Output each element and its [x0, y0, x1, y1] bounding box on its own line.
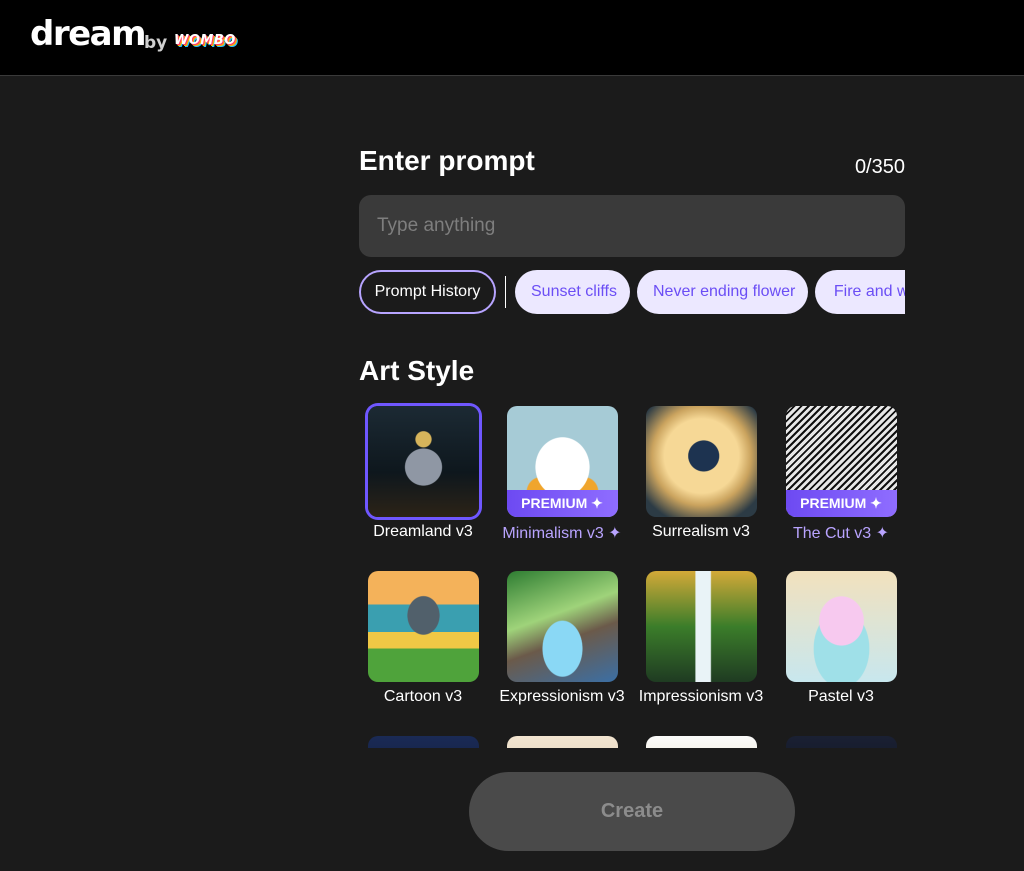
wombo-logo[interactable]: WOMBO — [174, 33, 236, 48]
art-style-label: Dreamland v3 — [373, 523, 473, 540]
create-button[interactable]: Create — [469, 772, 795, 851]
art-style-tile-impressionism[interactable]: Impressionism v3 — [631, 571, 771, 706]
art-style-label: Cartoon v3 — [383, 688, 463, 705]
logo-by-text: by — [144, 33, 168, 53]
art-style-tile[interactable] — [771, 736, 911, 748]
prompt-title: Enter prompt — [359, 145, 535, 176]
art-style-thumbnail — [506, 571, 618, 682]
art-style-grid: Dreamland v3 PREMIUM ✦ Minimalism v3 ✦ S… — [359, 400, 919, 748]
prompt-chips-row: Prompt History Sunset cliffs Never endin… — [359, 270, 905, 315]
art-style-thumbnail — [506, 736, 618, 748]
art-style-thumbnail: PREMIUM ✦ — [785, 406, 897, 517]
art-style-label: Impressionism v3 — [638, 688, 764, 705]
art-style-thumbnail — [645, 571, 757, 682]
dream-logo[interactable]: dream — [30, 14, 147, 54]
art-style-tile-expressionism[interactable]: Expressionism v3 — [492, 571, 632, 706]
chip-divider — [505, 276, 506, 308]
art-style-tile[interactable] — [359, 736, 493, 748]
art-style-thumbnail — [367, 571, 479, 682]
premium-badge: PREMIUM ✦ — [506, 490, 618, 517]
art-style-label: Minimalism v3 ✦ — [502, 525, 622, 542]
art-style-title: Art Style — [359, 355, 475, 386]
art-style-thumbnail — [367, 406, 479, 517]
art-style-tile-the-cut[interactable]: PREMIUM ✦ The Cut v3 ✦ — [771, 406, 911, 543]
art-style-tile-dreamland[interactable]: Dreamland v3 — [359, 406, 493, 541]
suggestion-chip[interactable]: Never ending flower — [637, 270, 808, 314]
art-style-thumbnail — [785, 736, 897, 748]
art-style-tile-minimalism[interactable]: PREMIUM ✦ Minimalism v3 ✦ — [492, 406, 632, 543]
premium-badge: PREMIUM ✦ — [785, 490, 897, 517]
art-style-label: Surrealism v3 — [652, 523, 750, 540]
suggestion-chip[interactable]: Fire and water — [815, 270, 905, 314]
art-style-label: The Cut v3 ✦ — [792, 525, 890, 542]
art-style-thumbnail — [367, 736, 479, 748]
art-style-tile-pastel[interactable]: Pastel v3 — [771, 571, 911, 706]
character-counter: 0/350 — [854, 156, 905, 178]
art-style-tile-cartoon[interactable]: Cartoon v3 — [359, 571, 493, 706]
art-style-thumbnail — [645, 736, 757, 748]
suggestion-chip[interactable]: Sunset cliffs — [515, 270, 630, 314]
art-style-thumbnail: PREMIUM ✦ — [506, 406, 618, 517]
art-style-tile[interactable] — [492, 736, 632, 748]
prompt-input[interactable] — [359, 195, 905, 257]
art-style-thumbnail — [645, 406, 757, 517]
art-style-thumbnail — [785, 571, 897, 682]
top-bar: dream by WOMBO — [0, 0, 1024, 76]
art-style-label: Pastel v3 — [808, 688, 874, 705]
art-style-tile[interactable] — [631, 736, 771, 748]
prompt-history-button[interactable]: Prompt History — [359, 270, 496, 314]
art-style-tile-surrealism[interactable]: Surrealism v3 — [631, 406, 771, 541]
art-style-label: Expressionism v3 — [499, 688, 625, 705]
